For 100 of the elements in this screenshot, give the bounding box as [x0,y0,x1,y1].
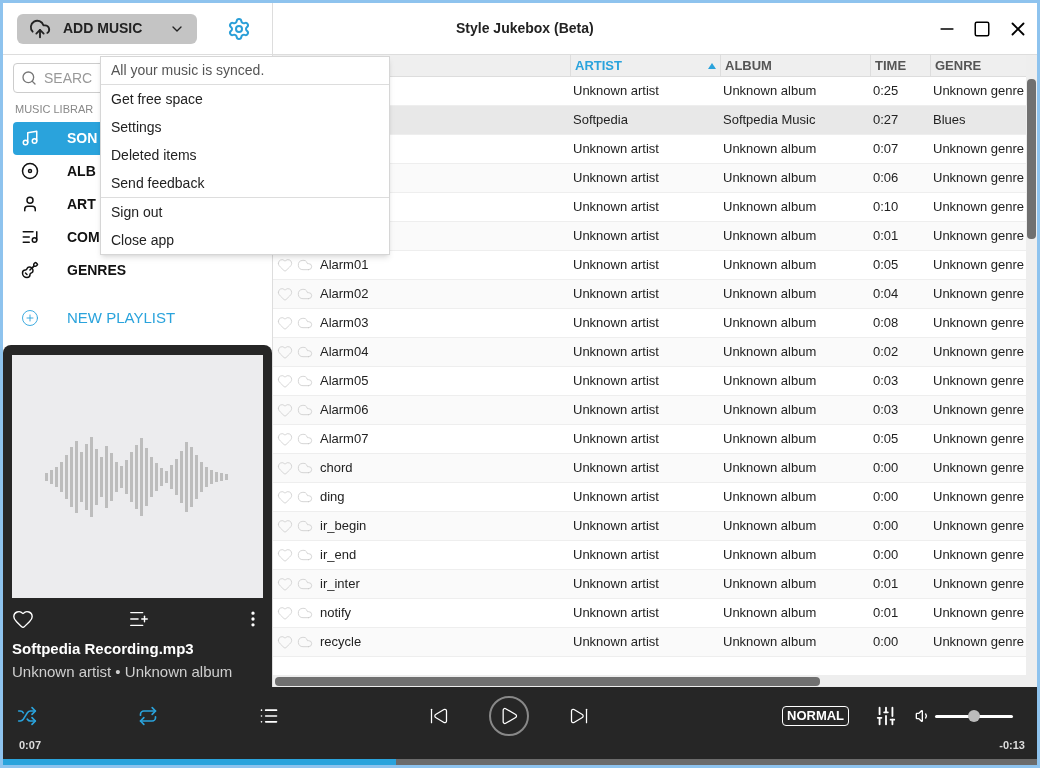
table-cell: 0:00 [873,547,899,563]
table-cell: 0:05 [873,431,899,447]
table-cell: Unknown album [723,315,817,331]
table-cell: Alarm04 [320,344,369,360]
table-cell: 0:08 [873,315,899,331]
table-cell: Unknown genre [933,402,1025,418]
table-cell: 0:03 [873,402,899,418]
table-cell: Unknown genre [933,547,1025,563]
table-cell: notify [320,605,352,621]
table-cell: Unknown album [723,83,817,99]
table-cell: Unknown artist [573,547,659,563]
table-cell: 0:27 [873,112,899,128]
table-cell: 0:01 [873,576,899,592]
table-cell: Unknown album [723,228,817,244]
table-cell: Unknown album [723,199,817,215]
table-cell: 0:01 [873,605,899,621]
table-cell: Unknown genre [933,170,1025,186]
table-cell: 0:02 [873,344,899,360]
table-cell: Unknown genre [933,373,1025,389]
table-cell: Unknown artist [573,431,659,447]
table-cell: 0:04 [873,286,899,302]
table-cell: Unknown album [723,170,817,186]
table-cell: Unknown album [723,286,817,302]
table-cell: Unknown genre [933,141,1025,157]
table-cell: Unknown artist [573,489,659,505]
table-cell: Alarm01 [320,257,369,273]
table-cell: Unknown album [723,489,817,505]
section-label: MUSIC LIBRAR [15,102,94,117]
table-cell: 0:01 [873,228,899,244]
table-cell: Unknown genre [933,199,1025,215]
table-cell: Unknown genre [933,489,1025,505]
table-cell: Unknown artist [573,576,659,592]
elapsed-time: 0:07 [19,738,42,753]
table-cell: Unknown album [723,344,817,360]
table-cell: Unknown genre [933,605,1025,621]
table-cell: Unknown artist [573,257,659,273]
table-cell: Unknown artist [573,170,659,186]
table-cell: 0:05 [873,257,899,273]
table-cell: Unknown artist [573,518,659,534]
table-cell: Alarm02 [320,286,369,302]
table-cell: 0:00 [873,634,899,650]
track-title: Softpedia Recording.mp3 [12,639,195,659]
table-cell: Unknown artist [573,402,659,418]
table-cell: Unknown genre [933,460,1025,476]
table-cell: Unknown album [723,634,817,650]
table-cell: 0:00 [873,518,899,534]
table-cell: Unknown genre [933,634,1025,650]
table-cell: 0:25 [873,83,899,99]
table-cell: Unknown genre [933,518,1025,534]
table-cell: Unknown album [723,402,817,418]
table-cell: ir_inter [320,576,360,592]
table-cell: 0:07 [873,141,899,157]
table-cell: 0:06 [873,170,899,186]
table-cell: Blues [933,112,966,128]
table-cell: Unknown artist [573,634,659,650]
table-cell: Unknown genre [933,344,1025,360]
table-cell: 0:03 [873,373,899,389]
table-cell: Unknown album [723,257,817,273]
table-cell: Unknown genre [933,576,1025,592]
table-cell: Alarm06 [320,402,369,418]
table-cell: Unknown album [723,576,817,592]
table-cell: Unknown genre [933,431,1025,447]
table-cell: Unknown artist [573,460,659,476]
table-cell: Unknown artist [573,228,659,244]
table-cell: Unknown genre [933,83,1025,99]
table-cell: 0:00 [873,489,899,505]
table-cell: Unknown artist [573,141,659,157]
table-cell: Alarm05 [320,373,369,389]
table-cell: Alarm07 [320,431,369,447]
table-cell: Unknown album [723,141,817,157]
table-cell: Softpedia [573,112,628,128]
table-cell: Unknown album [723,605,817,621]
table-cell: Unknown artist [573,344,659,360]
table-cell: Unknown album [723,431,817,447]
table-cell: ding [320,489,345,505]
table-cell: Unknown genre [933,257,1025,273]
table-cell: ir_begin [320,518,367,534]
sync-status: All your music is synced. [101,57,389,85]
table-cell: Unknown genre [933,228,1025,244]
remaining-time: -0:13 [999,738,1025,753]
table-cell: Unknown genre [933,286,1025,302]
table-cell: Unknown genre [933,315,1025,331]
track-subtitle: Unknown artist • Unknown album [12,661,234,682]
table-cell: Unknown artist [573,315,659,331]
window-title: Style Jukebox (Beta) [456,19,594,38]
table-cell: Unknown artist [573,83,659,99]
table-cell: Unknown album [723,460,817,476]
table-cell: Unknown artist [573,605,659,621]
table-cell: Unknown album [723,547,817,563]
table-cell: ir_end [320,547,357,563]
table-cell: 0:10 [873,199,899,215]
table-cell: chord [320,460,353,476]
table-cell: Unknown album [723,373,817,389]
table-cell: Unknown artist [573,286,659,302]
table-cell: 0:00 [873,460,899,476]
table-cell: Unknown album [723,518,817,534]
table-cell: recycle [320,634,362,650]
table-cell: Alarm03 [320,315,369,331]
table-cell: Unknown artist [573,199,659,215]
table-cell: Softpedia Music [723,112,816,128]
